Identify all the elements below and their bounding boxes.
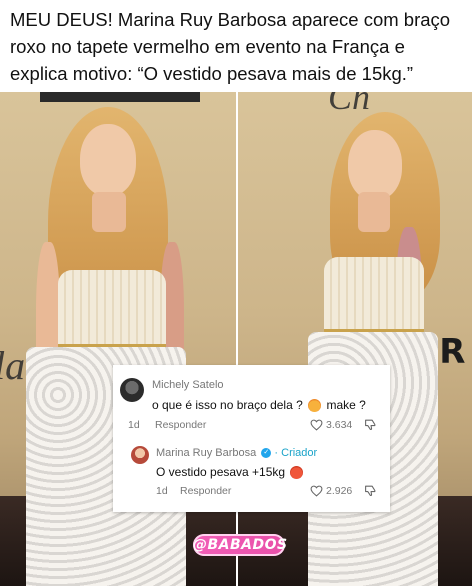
comment-reply-author-line: Marina Ruy Barbosa ✓ · Criador [156,447,317,459]
reply-time: 1d [156,485,168,497]
avatar-michely[interactable] [120,378,144,402]
heart-outline-icon[interactable] [310,485,323,497]
thumbs-down-outline-icon[interactable] [364,484,377,497]
babados-watermark: @BABADOS [193,534,287,556]
like-count: 3.634 [326,419,353,431]
comment-text-before: o que é isso no braço dela ? [152,398,303,412]
post-headline: MEU DEUS! Marina Ruy Barbosa aparece com… [10,9,451,84]
avatar-marina[interactable] [131,446,149,464]
backdrop-logo-bar [40,92,200,102]
thumbs-down-outline-icon[interactable] [364,418,377,431]
hot-face-emoji [308,399,322,413]
comment-reply-text-body: O vestido pesava +15kg [156,465,286,479]
backdrop-script-right: Ch [328,92,371,117]
reply-like-count: 2.926 [326,485,353,497]
comment-author[interactable]: Michely Satelo [152,379,224,391]
backdrop-script-left: la [0,343,26,388]
figure-face [80,124,136,196]
reply-responder-button[interactable]: Responder [180,485,231,497]
comment-reply-text: O vestido pesava +15kg [156,465,305,480]
dress-bodice-right [324,257,424,335]
comment-text: o que é isso no braço dela ? make ? [152,398,366,413]
figure-neck-right [358,192,390,232]
dress-bodice [58,270,166,350]
creator-label: · Criador [274,447,318,459]
reply-button[interactable]: Responder [155,419,206,431]
figure-face-right [348,130,402,200]
comment-time: 1d [128,419,140,431]
verified-check-icon: ✓ [261,448,272,459]
angry-face-emoji [290,466,304,480]
comment-reply-author[interactable]: Marina Ruy Barbosa [156,447,256,459]
heart-outline-icon[interactable] [310,419,323,431]
figure-neck [92,192,126,232]
comment-text-after: make ? [326,398,366,412]
comment-card: Michely Satelo o que é isso no braço del… [113,365,390,512]
